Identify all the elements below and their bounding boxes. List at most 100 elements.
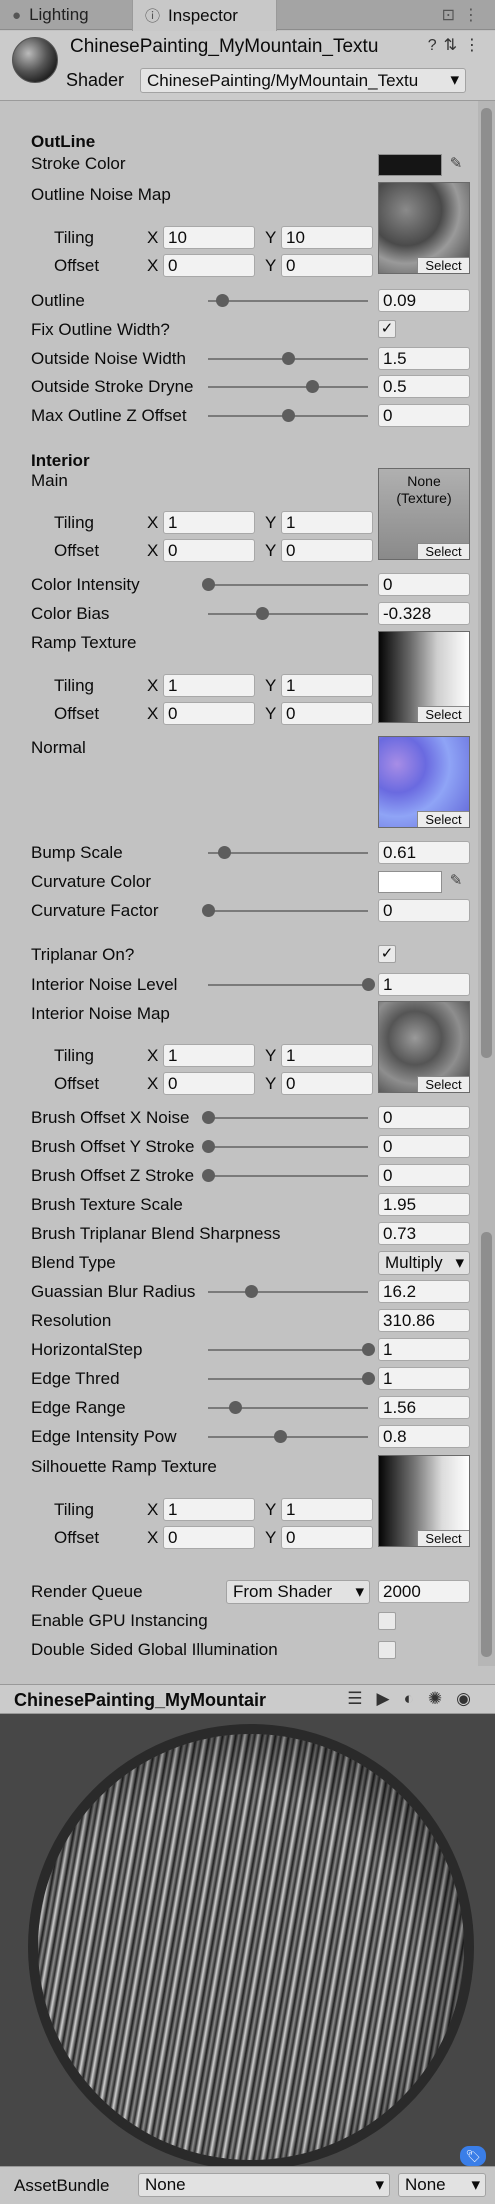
edge-pow-slider-track[interactable] [208, 1436, 368, 1438]
scrollbar-thumb[interactable] [481, 108, 492, 1058]
outside-dryness-slider-knob[interactable] [306, 380, 319, 393]
color-bias-value-input[interactable]: -0.328 [378, 602, 470, 625]
more-icon[interactable]: ⋮ [464, 37, 487, 54]
curvature-factor-slider-knob[interactable] [202, 904, 215, 917]
sil-offset-x-input[interactable]: 0 [163, 1526, 255, 1549]
color-intensity-value-input[interactable]: 0 [378, 573, 470, 596]
sil-offset-y-input[interactable]: 0 [281, 1526, 373, 1549]
brush-y-slider-knob[interactable] [202, 1140, 215, 1153]
color-intensity-slider-knob[interactable] [202, 578, 215, 591]
edge-range-slider-knob[interactable] [229, 1401, 243, 1414]
drag-handle-icon[interactable]: ☰ [347, 1689, 376, 1708]
double-sided-gi-checkbox[interactable] [378, 1641, 396, 1659]
curvature-factor-slider-track[interactable] [208, 910, 368, 912]
brush-y-slider-track[interactable] [208, 1146, 368, 1148]
brush-z-slider-track[interactable] [208, 1175, 368, 1177]
outside-noise-slider-knob[interactable] [282, 352, 295, 365]
play-icon[interactable]: ▶ [377, 1689, 404, 1708]
preview-options-icon[interactable]: ◉ [456, 1689, 485, 1708]
tiling-y-input[interactable]: 10 [281, 226, 373, 249]
eyedropper-icon[interactable]: ✎ [446, 871, 466, 891]
silhouette-ramp-slot[interactable]: Select [378, 1455, 470, 1547]
select-button[interactable]: Select [417, 543, 469, 559]
outline-noise-texture[interactable]: Select [378, 182, 470, 274]
edge-pow-value-input[interactable]: 0.8 [378, 1425, 470, 1448]
brush-z-value-input[interactable]: 0 [378, 1164, 470, 1187]
brush-y-value-input[interactable]: 0 [378, 1135, 470, 1158]
gpu-instancing-checkbox[interactable] [378, 1612, 396, 1630]
offset-x-input[interactable]: 0 [163, 254, 255, 277]
edge-thred-slider-track[interactable] [208, 1378, 368, 1380]
hstep-slider-track[interactable] [208, 1349, 368, 1351]
color-intensity-slider-track[interactable] [208, 584, 368, 586]
ramp-texture-slot[interactable]: Select [378, 631, 470, 723]
color-bias-slider-knob[interactable] [256, 607, 270, 620]
select-button[interactable]: Select [417, 1530, 469, 1546]
render-queue-dropdown[interactable]: From Shader [226, 1580, 370, 1604]
main-tiling-x-input[interactable]: 1 [163, 511, 255, 534]
outside-noise-value-input[interactable]: 1.5 [378, 347, 470, 370]
tab-inspector[interactable]: ⓘ Inspector [132, 0, 277, 31]
settings-icon[interactable]: ⇅ [444, 37, 464, 54]
normal-texture-slot[interactable]: Select [378, 736, 470, 828]
main-offset-y-input[interactable]: 0 [281, 539, 373, 562]
tiling-x-input[interactable]: 10 [163, 226, 255, 249]
ramp-offset-y-input[interactable]: 0 [281, 702, 373, 725]
ramp-offset-x-input[interactable]: 0 [163, 702, 255, 725]
max-z-slider-knob[interactable] [282, 409, 295, 422]
main-texture-slot[interactable]: None (Texture) Select [378, 468, 470, 560]
outline-slider-track[interactable] [208, 300, 368, 302]
sphere-mesh-icon[interactable]: ◐ [404, 1689, 428, 1708]
brush-z-slider-knob[interactable] [202, 1169, 215, 1182]
render-queue-input[interactable]: 2000 [378, 1580, 470, 1603]
ramp-tiling-x-input[interactable]: 1 [163, 674, 255, 697]
noise-level-slider-track[interactable] [208, 984, 368, 986]
noise-level-slider-knob[interactable] [362, 978, 375, 991]
sil-tiling-x-input[interactable]: 1 [163, 1498, 255, 1521]
offset-y-input[interactable]: 0 [281, 254, 373, 277]
tab-lighting[interactable]: ● Lighting [0, 0, 130, 30]
outline-value-input[interactable]: 0.09 [378, 289, 470, 312]
noise-tiling-y-input[interactable]: 1 [281, 1044, 373, 1067]
curvature-color-swatch[interactable] [378, 871, 442, 893]
select-button[interactable]: Select [417, 706, 469, 722]
color-bias-slider-track[interactable] [208, 613, 368, 615]
eyedropper-icon[interactable]: ✎ [446, 154, 466, 174]
asset-bundle-dropdown[interactable]: None [138, 2173, 390, 2197]
triplanar-checkbox[interactable]: ✓ [378, 945, 396, 963]
brush-blend-value-input[interactable]: 0.73 [378, 1222, 470, 1245]
help-icon[interactable]: ? [428, 37, 444, 54]
edge-range-value-input[interactable]: 1.56 [378, 1396, 470, 1419]
bump-slider-knob[interactable] [218, 846, 231, 859]
stroke-color-swatch[interactable] [378, 154, 442, 176]
tab-menu[interactable]: ⊡⋮ [442, 5, 487, 25]
blend-type-dropdown[interactable]: Multiply [378, 1251, 470, 1275]
blur-value-input[interactable]: 16.2 [378, 1280, 470, 1303]
resolution-value-input[interactable]: 310.86 [378, 1309, 470, 1332]
blur-slider-track[interactable] [208, 1291, 368, 1293]
blur-slider-knob[interactable] [245, 1285, 259, 1298]
brush-x-value-input[interactable]: 0 [378, 1106, 470, 1129]
select-button[interactable]: Select [417, 257, 469, 273]
hstep-value-input[interactable]: 1 [378, 1338, 470, 1361]
brush-x-slider-knob[interactable] [202, 1111, 215, 1124]
sil-tiling-y-input[interactable]: 1 [281, 1498, 373, 1521]
edge-thred-slider-knob[interactable] [362, 1372, 375, 1385]
brush-scale-value-input[interactable]: 1.95 [378, 1193, 470, 1216]
curvature-factor-value-input[interactable]: 0 [378, 899, 470, 922]
main-offset-x-input[interactable]: 0 [163, 539, 255, 562]
scrollbar-thumb-lower[interactable] [481, 1232, 492, 1657]
ramp-tiling-y-input[interactable]: 1 [281, 674, 373, 697]
bump-slider-track[interactable] [208, 852, 368, 854]
max-z-value-input[interactable]: 0 [378, 404, 470, 427]
hstep-slider-knob[interactable] [362, 1343, 375, 1356]
main-tiling-y-input[interactable]: 1 [281, 511, 373, 534]
kebab-menu-icon[interactable]: ⋮ [463, 7, 487, 24]
noise-level-value-input[interactable]: 1 [378, 973, 470, 996]
noise-offset-x-input[interactable]: 0 [163, 1072, 255, 1095]
edge-pow-slider-knob[interactable] [274, 1430, 287, 1443]
asset-variant-dropdown[interactable]: None [398, 2173, 486, 2197]
lock-icon[interactable]: ⊡ [442, 7, 463, 24]
outline-slider-knob[interactable] [216, 294, 230, 307]
shader-dropdown[interactable]: ChinesePainting/MyMountain_Textu [140, 68, 466, 93]
